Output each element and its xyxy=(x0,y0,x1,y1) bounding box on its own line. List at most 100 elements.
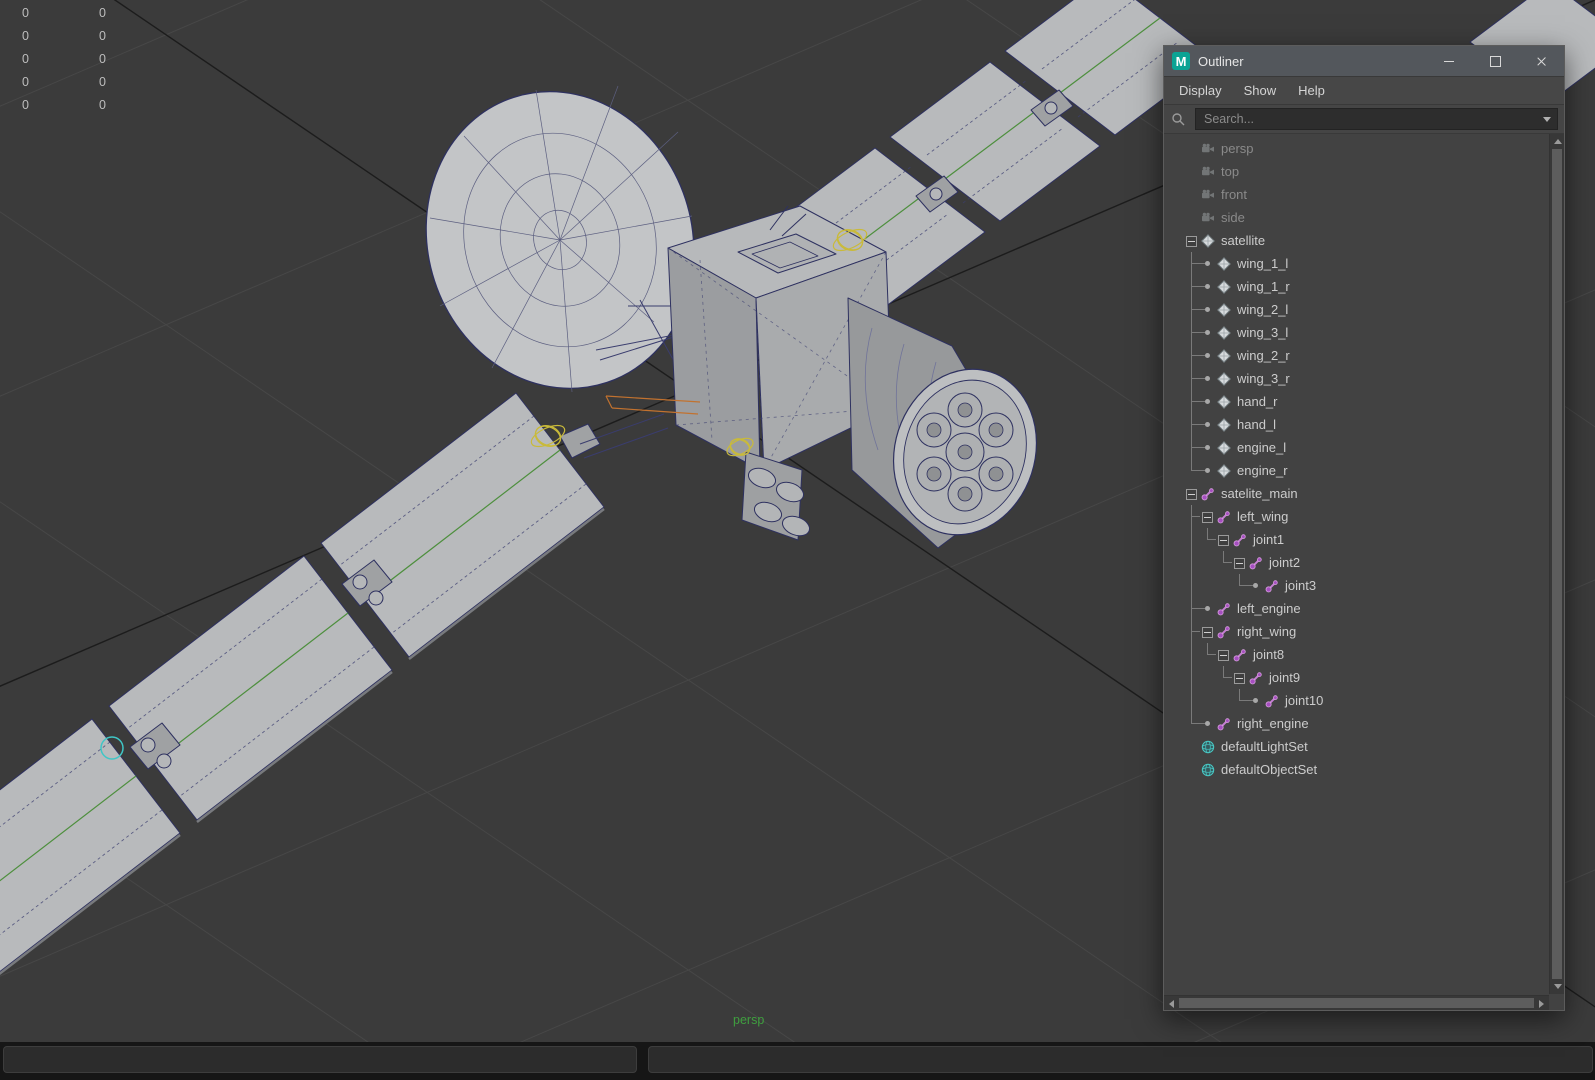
outliner-row-persp[interactable]: persp xyxy=(1184,137,1548,160)
tree-dot xyxy=(1200,413,1216,436)
outliner-row-satelite_main[interactable]: satelite_main xyxy=(1184,482,1548,505)
outliner-row-right_wing[interactable]: right_wing xyxy=(1184,620,1548,643)
outliner-row-engine_l[interactable]: engine_l xyxy=(1184,436,1548,459)
menu-display[interactable]: Display xyxy=(1168,83,1233,98)
outliner-row-front[interactable]: front xyxy=(1184,183,1548,206)
search-filter-icon[interactable] xyxy=(1170,111,1186,127)
outliner-row-wing_1_r[interactable]: wing_1_r xyxy=(1184,275,1548,298)
outliner-row-wing_3_r[interactable]: wing_3_r xyxy=(1184,367,1548,390)
outliner-tree[interactable]: persp top front side satellite wing_1_l wing_1… xyxy=(1164,134,1548,994)
joint-icon xyxy=(1216,716,1232,732)
heads-up-display: 0000000000 xyxy=(0,2,106,117)
menu-help[interactable]: Help xyxy=(1287,83,1336,98)
outliner-item-label: wing_2_l xyxy=(1237,302,1289,317)
tree-guide xyxy=(1184,367,1200,390)
mesh-icon xyxy=(1216,348,1232,364)
outliner-search-row xyxy=(1164,105,1564,134)
outliner-row-defaultLightSet[interactable]: defaultLightSet xyxy=(1184,735,1548,758)
outliner-row-hand_r[interactable]: hand_r xyxy=(1184,390,1548,413)
tree-guide xyxy=(1184,712,1200,735)
outliner-row-joint1[interactable]: joint1 xyxy=(1184,528,1548,551)
outliner-titlebar[interactable]: M Outliner xyxy=(1164,46,1564,76)
outliner-row-wing_2_r[interactable]: wing_2_r xyxy=(1184,344,1548,367)
collapse-expander-icon[interactable] xyxy=(1232,666,1248,689)
joint-icon xyxy=(1248,670,1264,686)
menu-show[interactable]: Show xyxy=(1233,83,1288,98)
outliner-row-top[interactable]: top xyxy=(1184,160,1548,183)
outliner-item-label: joint3 xyxy=(1285,578,1317,593)
outliner-row-hand_l[interactable]: hand_l xyxy=(1184,413,1548,436)
joint-icon xyxy=(1216,624,1232,640)
outliner-row-wing_3_l[interactable]: wing_3_l xyxy=(1184,321,1548,344)
command-line-input[interactable] xyxy=(3,1046,637,1073)
outliner-row-wing_2_l[interactable]: wing_2_l xyxy=(1184,298,1548,321)
mesh-icon xyxy=(1216,325,1232,341)
outliner-row-defaultObjectSet[interactable]: defaultObjectSet xyxy=(1184,758,1548,781)
hud-row: 00 xyxy=(0,48,106,71)
outliner-row-joint3[interactable]: joint3 xyxy=(1184,574,1548,597)
set-icon xyxy=(1200,739,1216,755)
collapse-expander-icon[interactable] xyxy=(1216,643,1232,666)
camera-icon xyxy=(1200,164,1216,180)
collapse-expander-icon[interactable] xyxy=(1200,505,1216,528)
outliner-row-engine_r[interactable]: engine_r xyxy=(1184,459,1548,482)
collapse-expander-icon[interactable] xyxy=(1200,620,1216,643)
scroll-left-arrow-icon[interactable] xyxy=(1164,996,1179,1011)
hud-value: 0 xyxy=(22,98,29,112)
outliner-horizontal-scrollbar[interactable] xyxy=(1164,995,1549,1010)
outliner-row-side[interactable]: side xyxy=(1184,206,1548,229)
outliner-row-joint8[interactable]: joint8 xyxy=(1184,643,1548,666)
tree-guide xyxy=(1184,689,1200,712)
collapse-expander-icon[interactable] xyxy=(1184,229,1200,252)
outliner-row-wing_1_l[interactable]: wing_1_l xyxy=(1184,252,1548,275)
minimize-button[interactable] xyxy=(1426,46,1472,76)
outliner-row-joint2[interactable]: joint2 xyxy=(1184,551,1548,574)
tree-dot xyxy=(1200,275,1216,298)
tree-dot xyxy=(1200,298,1216,321)
search-field[interactable] xyxy=(1195,108,1558,130)
viewport-camera-label: persp xyxy=(733,1013,765,1027)
outliner-item-label: joint10 xyxy=(1285,693,1324,708)
outliner-row-right_engine[interactable]: right_engine xyxy=(1184,712,1548,735)
outliner-row-left_engine[interactable]: left_engine xyxy=(1184,597,1548,620)
tree-dot xyxy=(1200,597,1216,620)
vertical-scroll-thumb[interactable] xyxy=(1552,149,1562,979)
tree-guide xyxy=(1200,689,1216,712)
outliner-window: M Outliner Display Show Help persp top fro… xyxy=(1163,45,1565,1011)
outliner-item-label: right_engine xyxy=(1237,716,1309,731)
outliner-row-left_wing[interactable]: left_wing xyxy=(1184,505,1548,528)
outliner-vertical-scrollbar[interactable] xyxy=(1549,134,1564,994)
close-button[interactable] xyxy=(1518,46,1564,76)
scroll-up-arrow-icon[interactable] xyxy=(1550,134,1565,149)
tree-guide xyxy=(1232,689,1248,712)
command-line-strip xyxy=(0,1042,1595,1080)
tree-guide xyxy=(1200,643,1216,666)
outliner-item-label: satellite xyxy=(1221,233,1266,248)
outliner-row-joint10[interactable]: joint10 xyxy=(1184,689,1548,712)
scroll-right-arrow-icon[interactable] xyxy=(1534,996,1549,1011)
collapse-expander-icon[interactable] xyxy=(1184,482,1200,505)
scrollbar-corner xyxy=(1549,994,1564,1010)
joint-icon xyxy=(1216,601,1232,617)
tree-guide xyxy=(1184,390,1200,413)
tree-guide xyxy=(1184,620,1200,643)
mesh-icon xyxy=(1216,279,1232,295)
outliner-item-label: persp xyxy=(1221,141,1254,156)
collapse-expander-icon[interactable] xyxy=(1216,528,1232,551)
tree-dot xyxy=(1200,436,1216,459)
hud-value: 0 xyxy=(99,6,106,20)
collapse-expander-icon[interactable] xyxy=(1232,551,1248,574)
outliner-row-satellite[interactable]: satellite xyxy=(1184,229,1548,252)
maximize-button[interactable] xyxy=(1472,46,1518,76)
search-input[interactable] xyxy=(1202,111,1543,127)
search-dropdown-arrow-icon[interactable] xyxy=(1543,116,1551,122)
outliner-item-label: right_wing xyxy=(1237,624,1297,639)
scroll-down-arrow-icon[interactable] xyxy=(1550,979,1565,994)
outliner-row-joint9[interactable]: joint9 xyxy=(1184,666,1548,689)
outliner-item-label: front xyxy=(1221,187,1248,202)
outliner-item-label: joint2 xyxy=(1269,555,1301,570)
horizontal-scroll-thumb[interactable] xyxy=(1179,998,1534,1008)
